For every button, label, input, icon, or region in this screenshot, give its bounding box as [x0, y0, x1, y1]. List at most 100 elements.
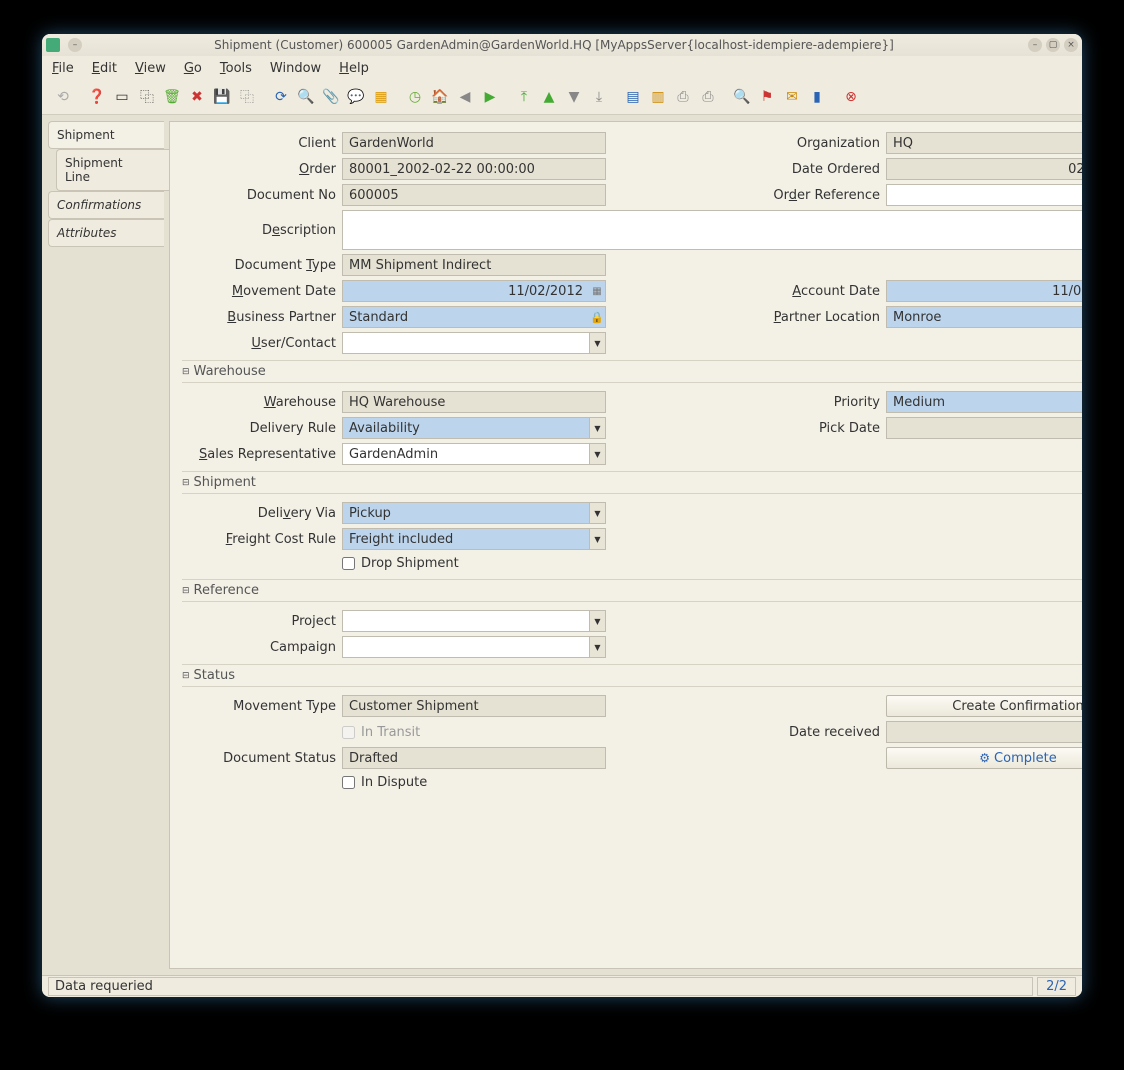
product-icon[interactable]: ▮ — [806, 86, 828, 108]
field-delivery-rule[interactable]: Availability ▼ — [342, 417, 606, 439]
complete-button[interactable]: ⚙ Complete — [886, 747, 1082, 769]
archive-icon[interactable]: ▥ — [647, 86, 669, 108]
label-business-partner: Business Partner — [182, 310, 342, 325]
field-business-partner[interactable]: Standard 🔒 — [342, 306, 606, 328]
up-icon[interactable]: ▲ — [538, 86, 560, 108]
first-icon[interactable]: ⤒ — [513, 86, 535, 108]
section-status: ⊟ Status — [182, 664, 1082, 687]
field-description[interactable] — [342, 210, 1082, 250]
chevron-down-icon[interactable]: ▼ — [589, 503, 605, 523]
request-icon[interactable]: ✉ — [781, 86, 803, 108]
label-project: Project — [182, 614, 342, 629]
create-confirmation-button[interactable]: Create Confirmation — [886, 695, 1082, 717]
collapse-icon[interactable]: ⊟ — [182, 586, 190, 596]
delete2-icon[interactable]: ✖ — [186, 86, 208, 108]
home-icon[interactable]: 🏠 — [429, 86, 451, 108]
undo-icon[interactable]: ⟲ — [52, 86, 74, 108]
field-user-contact[interactable]: ▼ — [342, 332, 606, 354]
field-delivery-via[interactable]: Pickup ▼ — [342, 502, 606, 524]
field-date-received[interactable] — [886, 721, 1082, 743]
menu-go[interactable]: Go — [184, 61, 202, 76]
menu-window[interactable]: Window — [270, 61, 321, 76]
field-document-type[interactable]: MM Shipment Indirect — [342, 254, 606, 276]
field-date-ordered[interactable]: 02/22/2002 — [886, 158, 1082, 180]
field-account-date[interactable]: 11/02/2012 ▦ — [886, 280, 1082, 302]
grid-icon[interactable]: ▦ — [370, 86, 392, 108]
saveall-icon[interactable]: ⿻ — [236, 86, 258, 108]
exit-icon[interactable]: ⊗ — [840, 86, 862, 108]
menu-edit[interactable]: Edit — [92, 61, 117, 76]
field-movement-date[interactable]: 11/02/2012 ▦ — [342, 280, 606, 302]
tab-confirmations[interactable]: Confirmations — [48, 191, 164, 219]
collapse-icon[interactable]: – — [68, 38, 82, 52]
chevron-down-icon[interactable]: ▼ — [589, 611, 605, 631]
field-warehouse[interactable]: HQ Warehouse — [342, 391, 606, 413]
checkbox-drop-shipment[interactable]: Drop Shipment — [342, 554, 459, 573]
close-icon[interactable]: × — [1064, 38, 1078, 52]
toolbar: ⟲ ❓ ▭ ⿻ 🗑 ✖ 💾 ⿻ ⟳ 🔍 📎 💬 ▦ ◷ 🏠 ◀ ▶ ⤒ ▲ ▼ … — [42, 80, 1082, 114]
back-icon[interactable]: ◀ — [454, 86, 476, 108]
collapse-icon[interactable]: ⊟ — [182, 367, 190, 377]
label-client: Client — [182, 136, 342, 151]
field-document-no[interactable]: 600005 — [342, 184, 606, 206]
field-sales-rep[interactable]: GardenAdmin ▼ — [342, 443, 606, 465]
workflow-icon[interactable]: ⚑ — [756, 86, 778, 108]
chevron-down-icon[interactable]: ▼ — [589, 418, 605, 438]
chevron-down-icon[interactable]: ▼ — [589, 529, 605, 549]
tab-shipment-line[interactable]: ShipmentLine — [56, 149, 174, 191]
last-icon[interactable]: ⤓ — [588, 86, 610, 108]
menu-help[interactable]: Help — [339, 61, 369, 76]
delete-icon[interactable]: 🗑 — [161, 86, 183, 108]
section-warehouse: ⊟ Warehouse — [182, 360, 1082, 383]
field-project[interactable]: ▼ — [342, 610, 606, 632]
new-icon[interactable]: ▭ — [111, 86, 133, 108]
label-date-received: Date received — [716, 725, 886, 740]
zoom-icon[interactable]: 🔍 — [731, 86, 753, 108]
maximize-icon[interactable]: ▢ — [1046, 38, 1060, 52]
field-organization[interactable]: HQ — [886, 132, 1082, 154]
find-icon[interactable]: 🔍 — [295, 86, 317, 108]
help-icon[interactable]: ❓ — [86, 86, 108, 108]
field-client[interactable]: GardenWorld — [342, 132, 606, 154]
copy-icon[interactable]: ⿻ — [136, 86, 158, 108]
field-freight-cost-rule[interactable]: Freight included ▼ — [342, 528, 606, 550]
tab-attributes[interactable]: Attributes — [48, 219, 164, 247]
collapse-icon[interactable]: ⊟ — [182, 478, 190, 488]
minimize-icon[interactable]: – — [1028, 38, 1042, 52]
field-movement-type[interactable]: Customer Shipment — [342, 695, 606, 717]
checkbox-in-dispute[interactable]: In Dispute — [342, 773, 427, 792]
menu-view[interactable]: View — [135, 61, 166, 76]
chevron-down-icon[interactable]: ▼ — [589, 333, 605, 353]
status-pager: 2/2 — [1037, 977, 1076, 996]
report-icon[interactable]: ▤ — [622, 86, 644, 108]
app-window: – Shipment (Customer) 600005 GardenAdmin… — [42, 34, 1082, 997]
field-order-reference[interactable] — [886, 184, 1082, 206]
field-pick-date[interactable] — [886, 417, 1082, 439]
refresh-icon[interactable]: ⟳ — [270, 86, 292, 108]
calendar-icon[interactable]: ▦ — [589, 281, 605, 301]
content-area: Shipment ShipmentLine Confirmations Attr… — [42, 114, 1082, 975]
chat-icon[interactable]: 💬 — [345, 86, 367, 108]
field-partner-location[interactable]: Monroe ▼ — [886, 306, 1082, 328]
menu-file[interactable]: File — [52, 61, 74, 76]
field-priority[interactable]: Medium ▼ — [886, 391, 1082, 413]
field-document-status[interactable]: Drafted — [342, 747, 606, 769]
collapse-icon[interactable]: ⊟ — [182, 671, 190, 681]
label-movement-type: Movement Type — [182, 699, 342, 714]
forward-icon[interactable]: ▶ — [479, 86, 501, 108]
attach-icon[interactable]: 📎 — [320, 86, 342, 108]
menu-tools[interactable]: Tools — [220, 61, 252, 76]
field-campaign[interactable]: ▼ — [342, 636, 606, 658]
chevron-down-icon[interactable]: ▼ — [589, 444, 605, 464]
print-preview-icon[interactable]: ⎙ — [672, 86, 694, 108]
chevron-down-icon[interactable]: ▼ — [589, 637, 605, 657]
print-icon[interactable]: ⎙ — [697, 86, 719, 108]
tab-shipment[interactable]: Shipment — [48, 121, 164, 149]
down-icon[interactable]: ▼ — [563, 86, 585, 108]
label-description: Description — [182, 223, 342, 238]
label-order: Order — [182, 162, 342, 177]
history-icon[interactable]: ◷ — [404, 86, 426, 108]
label-delivery-via: Delivery Via — [182, 506, 342, 521]
save-icon[interactable]: 💾 — [211, 86, 233, 108]
field-order[interactable]: 80001_2002-02-22 00:00:00 — [342, 158, 606, 180]
